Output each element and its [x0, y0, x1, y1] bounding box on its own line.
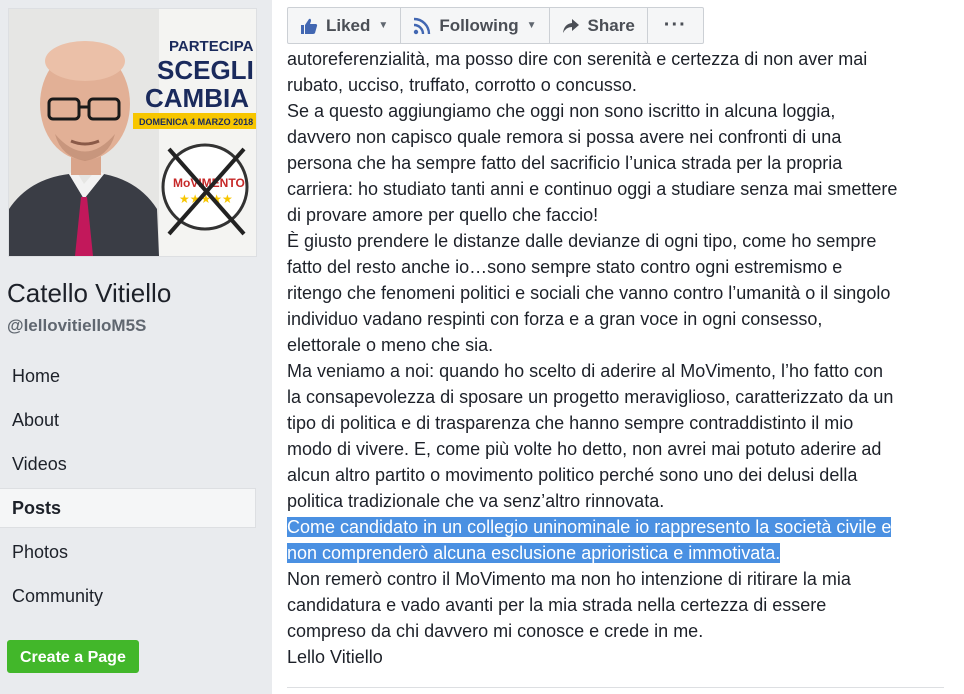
- post-line: autoreferenzialità, ma posso dire con se…: [287, 46, 947, 72]
- post-card: autoreferenzialità, ma posso dire con se…: [272, 0, 964, 694]
- post-body: autoreferenzialità, ma posso dire con se…: [287, 46, 947, 670]
- post-line: elettorale o meno che sia.: [287, 332, 947, 358]
- post-line-text: Non remerò contro il MoVimento ma non ho…: [287, 569, 851, 589]
- post-line-text: compreso da chi davvero mi conosce e cre…: [287, 621, 704, 641]
- post-line-text: davvero non capisco quale remora si poss…: [287, 127, 842, 147]
- nav-item-about[interactable]: About: [0, 400, 264, 440]
- post-line: Se a questo aggiungiamo che oggi non son…: [287, 98, 947, 124]
- post-line: la consapevolezza di sposare un progetto…: [287, 384, 947, 410]
- thumbs-up-icon: [300, 17, 318, 35]
- post-line: politica tradizionale che va senz’altro …: [287, 488, 947, 514]
- post-line-text: politica tradizionale che va senz’altro …: [287, 491, 665, 511]
- share-label: Share: [587, 15, 635, 35]
- post-line: individuo vadano respinti con forza e a …: [287, 306, 947, 332]
- selected-text: Come candidato in un collegio uninominal…: [287, 517, 892, 537]
- post-line-text: Ma veniamo a noi: quando ho scelto di ad…: [287, 361, 884, 381]
- post-line-text: Lello Vitiello: [287, 647, 383, 667]
- post-line: persona che ha sempre fatto del sacrific…: [287, 150, 947, 176]
- post-line: davvero non capisco quale remora si poss…: [287, 124, 947, 150]
- cover-poster-line-3: CAMBIA: [145, 83, 249, 113]
- share-button[interactable]: Share: [550, 8, 648, 43]
- post-line: fatto del resto anche io…sono sempre sta…: [287, 254, 947, 280]
- cover-poster-line-1: PARTECIPA: [169, 38, 254, 55]
- profile-picture[interactable]: PARTECIPA SCEGLI CAMBIA DOMENICA 4 MARZO…: [8, 8, 257, 257]
- selected-text: non comprenderò alcuna esclusione aprior…: [287, 543, 781, 563]
- page-sidebar: PARTECIPA SCEGLI CAMBIA DOMENICA 4 MARZO…: [0, 0, 264, 694]
- post-line-text: candidatura e vado avanti per la mia str…: [287, 595, 827, 615]
- following-label: Following: [439, 15, 519, 35]
- create-page-button[interactable]: Create a Page: [7, 640, 139, 673]
- nav-item-community[interactable]: Community: [0, 576, 264, 616]
- post-line-text: la consapevolezza di sposare un progetto…: [287, 387, 894, 407]
- post-line-text: alcun altro partito o movimento politico…: [287, 465, 858, 485]
- post-line: È giusto prendere le distanze dalle devi…: [287, 228, 947, 254]
- post-line: Non remerò contro il MoVimento ma non ho…: [287, 566, 947, 592]
- post-line: non comprenderò alcuna esclusione aprior…: [287, 540, 947, 566]
- following-button[interactable]: Following ▼: [401, 8, 550, 43]
- post-line-text: È giusto prendere le distanze dalle devi…: [287, 231, 877, 251]
- cover-poster-date: DOMENICA 4 MARZO 2018: [139, 117, 253, 127]
- post-line: Ma veniamo a noi: quando ho scelto di ad…: [287, 358, 947, 384]
- post-line-text: tipo di politica e di trasparenza che ha…: [287, 413, 854, 433]
- post-line: di provare amore per quello che faccio!: [287, 202, 947, 228]
- post-line: Come candidato in un collegio uninominal…: [287, 514, 947, 540]
- cover-poster-line-2: SCEGLI: [157, 55, 254, 85]
- post-line: alcun altro partito o movimento politico…: [287, 462, 947, 488]
- post-line: ritengo che fenomeni politici e sociali …: [287, 280, 947, 306]
- post-line-text: fatto del resto anche io…sono sempre sta…: [287, 257, 843, 277]
- nav-item-home[interactable]: Home: [0, 356, 264, 396]
- post-line: carriera: ho studiato tanti anni e conti…: [287, 176, 947, 202]
- post-line-text: autoreferenzialità, ma posso dire con se…: [287, 49, 868, 69]
- post-line-text: modo di vivere. E, come più volte ho det…: [287, 439, 882, 459]
- liked-label: Liked: [326, 15, 371, 35]
- page-nav: Home About Videos Posts Photos Community: [0, 356, 264, 620]
- profile-photo-illustration: PARTECIPA SCEGLI CAMBIA DOMENICA 4 MARZO…: [9, 9, 256, 256]
- post-line-text: ritengo che fenomeni politici e sociali …: [287, 283, 891, 303]
- nav-item-posts[interactable]: Posts: [0, 488, 256, 528]
- share-arrow-icon: [562, 18, 580, 34]
- post-line: tipo di politica e di trasparenza che ha…: [287, 410, 947, 436]
- post-line: candidatura e vado avanti per la mia str…: [287, 592, 947, 618]
- post-line-text: carriera: ho studiato tanti anni e conti…: [287, 179, 898, 199]
- rss-feed-icon: [413, 17, 431, 35]
- chevron-down-icon: ▼: [378, 20, 389, 31]
- post-divider: [287, 687, 944, 688]
- chevron-down-icon: ▼: [526, 20, 537, 31]
- post-line-text: individuo vadano respinti con forza e a …: [287, 309, 823, 329]
- nav-item-videos[interactable]: Videos: [0, 444, 264, 484]
- page-action-bar: Liked ▼ Following ▼ Share ···: [287, 7, 704, 44]
- post-line: Lello Vitiello: [287, 644, 947, 670]
- post-line-text: di provare amore per quello che faccio!: [287, 205, 599, 225]
- page-username[interactable]: @lellovitielloM5S: [7, 316, 146, 336]
- nav-item-photos[interactable]: Photos: [0, 532, 264, 572]
- post-line-text: Se a questo aggiungiamo che oggi non son…: [287, 101, 836, 121]
- post-line-text: persona che ha sempre fatto del sacrific…: [287, 153, 843, 173]
- post-line-text: rubato, ucciso, truffato, corrotto o con…: [287, 75, 637, 95]
- post-line: rubato, ucciso, truffato, corrotto o con…: [287, 72, 947, 98]
- more-options-button[interactable]: ···: [648, 8, 703, 43]
- liked-button[interactable]: Liked ▼: [288, 8, 402, 43]
- post-line-text: elettorale o meno che sia.: [287, 335, 494, 355]
- post-line: compreso da chi davvero mi conosce e cre…: [287, 618, 947, 644]
- page-title[interactable]: Catello Vitiello: [7, 278, 171, 309]
- post-line: modo di vivere. E, come più volte ho det…: [287, 436, 947, 462]
